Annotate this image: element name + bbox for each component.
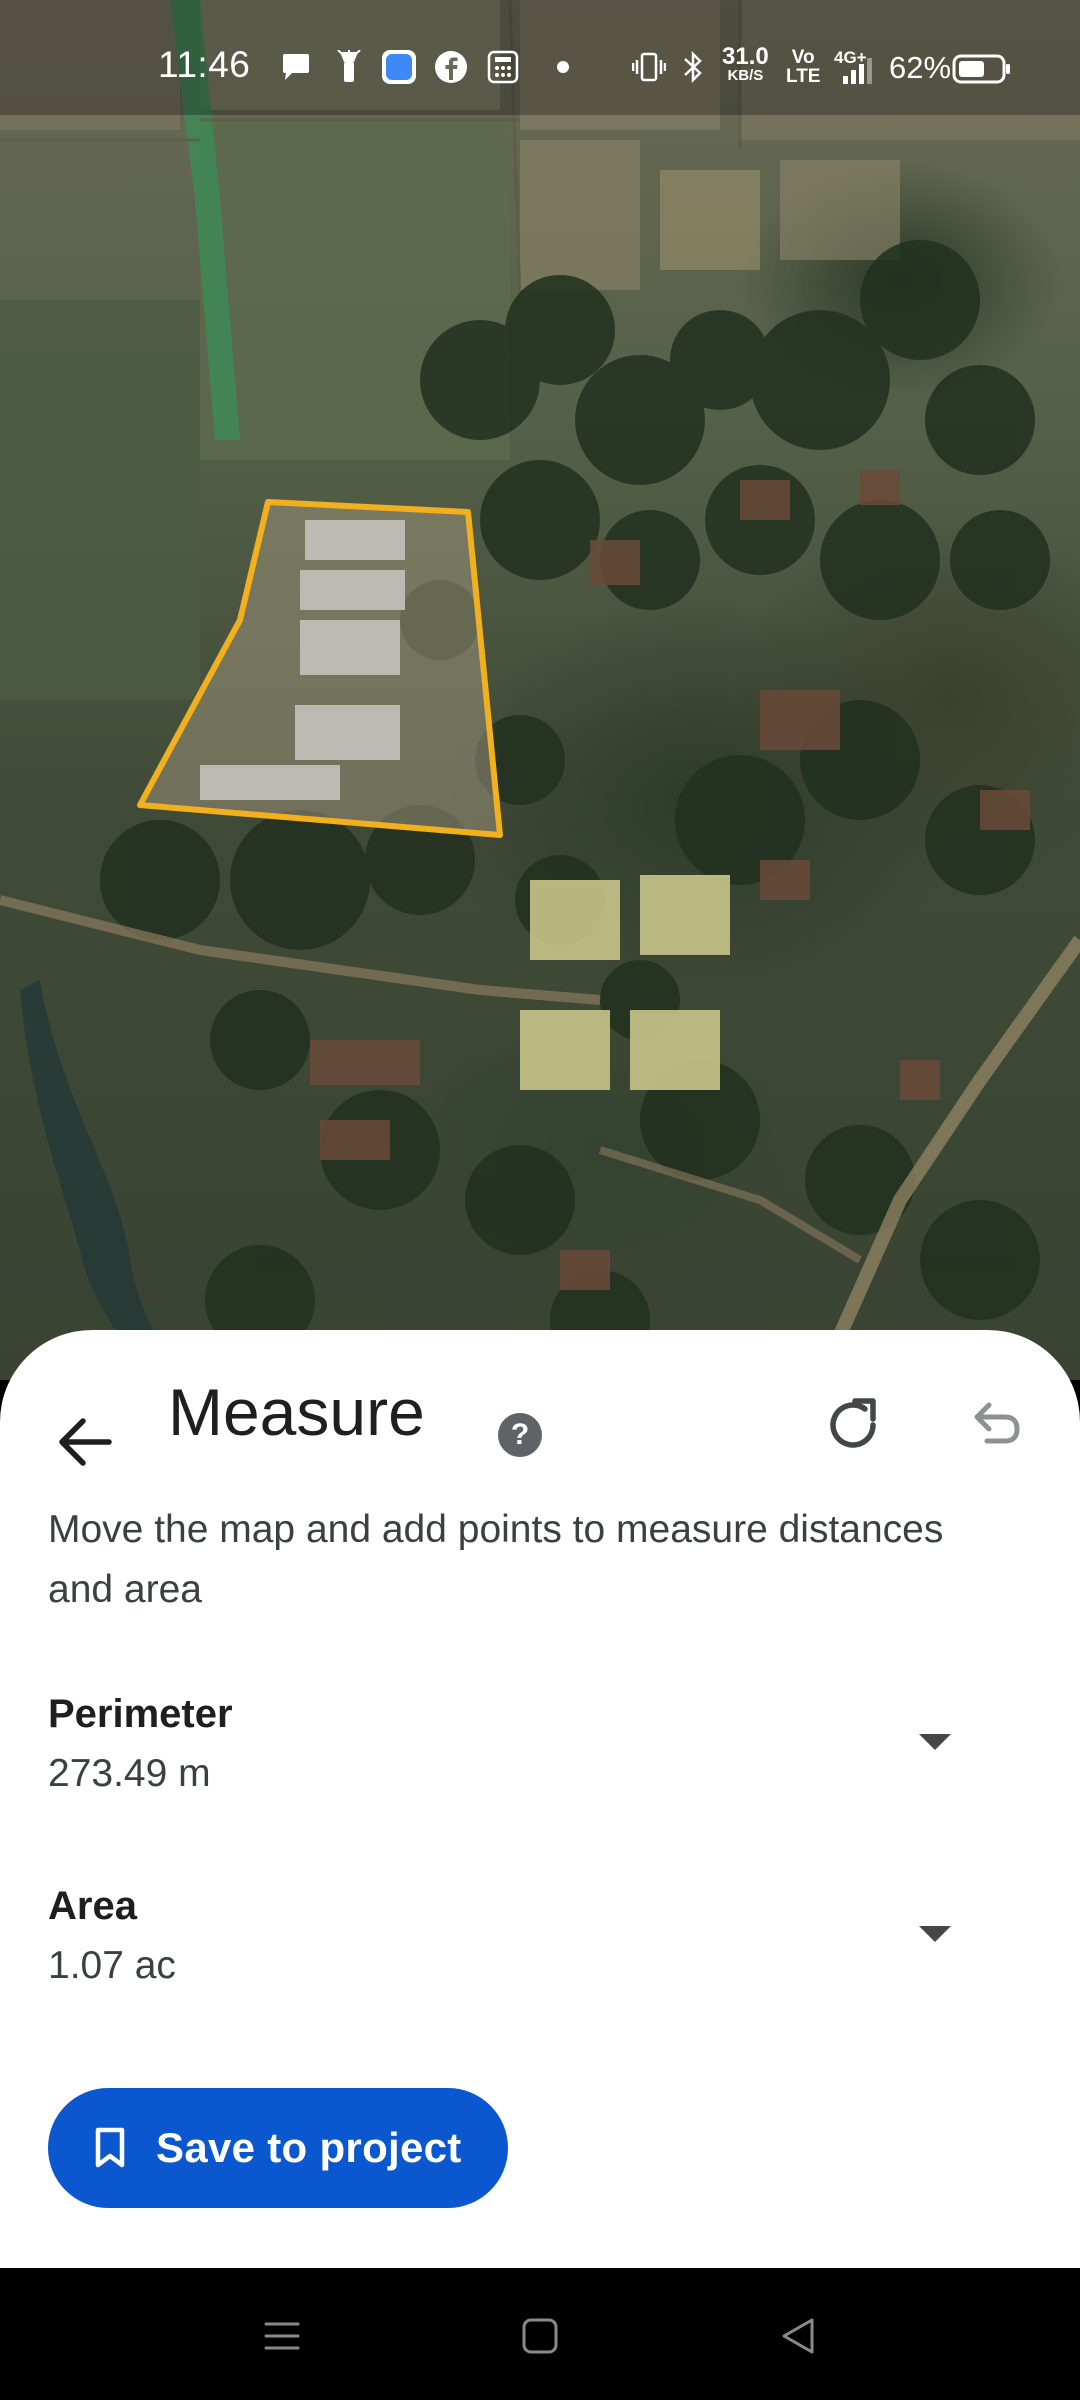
signal-icon bbox=[840, 54, 874, 88]
perimeter-dropdown[interactable] bbox=[910, 1722, 960, 1762]
save-to-project-label: Save to project bbox=[156, 2124, 462, 2171]
satellite-map[interactable] bbox=[0, 0, 1080, 1380]
volte-line1: Vo bbox=[791, 47, 815, 68]
undo-icon bbox=[974, 1402, 1020, 1444]
measure-sheet: Measure ? Move the map and add points to… bbox=[0, 1330, 1080, 2268]
recents-button[interactable] bbox=[252, 2306, 312, 2366]
battery-percent: 62% bbox=[889, 50, 952, 85]
undo-button[interactable] bbox=[960, 1390, 1030, 1460]
flashlight-app-icon bbox=[332, 50, 366, 84]
facebook-icon bbox=[434, 50, 468, 84]
area-label: Area bbox=[48, 1884, 137, 1928]
bluetooth-icon bbox=[676, 50, 710, 84]
dropdown-arrow-icon bbox=[919, 1734, 951, 1750]
bookmark-icon bbox=[95, 2127, 125, 2168]
save-to-project-button[interactable]: Save to project bbox=[48, 2088, 508, 2208]
area-dropdown[interactable] bbox=[910, 1914, 960, 1954]
back-button[interactable] bbox=[48, 1405, 122, 1479]
nav-back-button[interactable] bbox=[768, 2306, 828, 2366]
dropdown-arrow-icon bbox=[919, 1926, 951, 1942]
area-value: 1.07 ac bbox=[48, 1944, 176, 1987]
redo-icon bbox=[830, 1398, 876, 1448]
net-speed-unit: KB/S bbox=[727, 67, 764, 84]
net-speed-value: 31.0 bbox=[722, 43, 769, 70]
instructions-text: Move the map and add points to measure d… bbox=[48, 1508, 944, 1611]
net-speed: 31.0 KB/S bbox=[722, 43, 769, 84]
help-icon: ? bbox=[510, 1418, 530, 1451]
map-imagery bbox=[0, 0, 1080, 1380]
clock: 11:46 bbox=[158, 44, 251, 85]
vibrate-icon bbox=[632, 50, 666, 84]
volte-line2: LTE bbox=[786, 66, 821, 87]
arrow-back-icon bbox=[59, 1418, 112, 1466]
menu-icon bbox=[264, 2322, 300, 2350]
redo-button[interactable] bbox=[818, 1390, 888, 1460]
home-button[interactable] bbox=[510, 2306, 570, 2366]
battery-icon bbox=[952, 52, 1012, 86]
perimeter-label: Perimeter bbox=[48, 1692, 233, 1736]
system-navigation-bar bbox=[0, 2268, 1080, 2400]
perimeter-value: 273.49 m bbox=[48, 1752, 211, 1795]
page-title: Measure bbox=[168, 1375, 425, 1449]
blue-app-icon bbox=[382, 50, 416, 84]
back-triangle-icon bbox=[782, 2318, 814, 2354]
home-icon bbox=[522, 2318, 558, 2354]
volte-indicator: Vo LTE bbox=[786, 48, 820, 86]
help-button[interactable]: ? bbox=[498, 1413, 542, 1457]
calculator-icon bbox=[486, 50, 520, 84]
dot-icon bbox=[546, 50, 580, 84]
chat-bubble-icon bbox=[279, 50, 313, 84]
status-bar: 11:46 31.0 KB/S Vo LTE 4G+ 62% bbox=[0, 0, 1080, 115]
